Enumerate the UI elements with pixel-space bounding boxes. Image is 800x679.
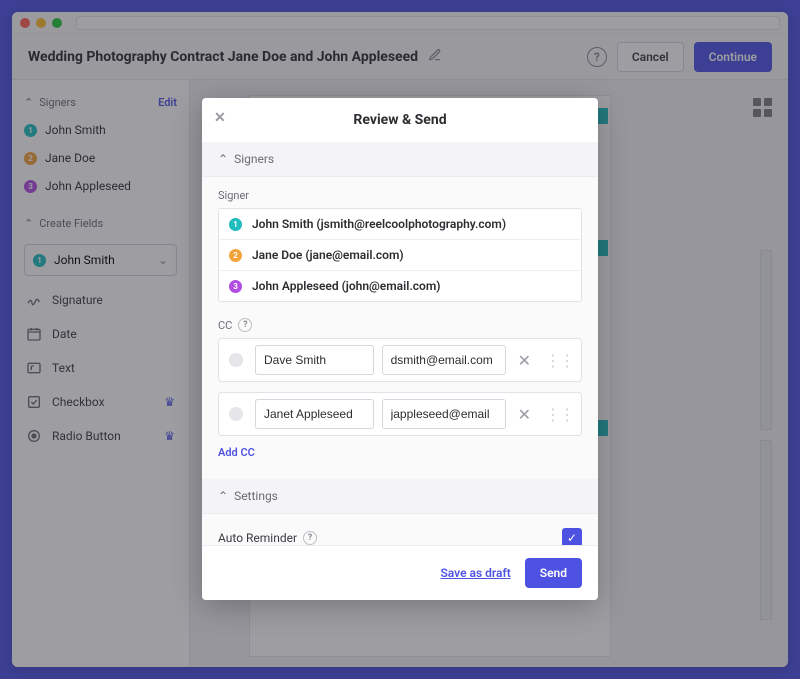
signer-label: Signer	[218, 189, 582, 202]
save-draft-link[interactable]: Save as draft	[440, 566, 510, 580]
section-label: Signers	[234, 152, 274, 166]
drag-handle-icon[interactable]: ⋮⋮	[543, 405, 575, 424]
modal-settings-header[interactable]: ⌃ Settings	[202, 479, 598, 514]
cc-name-input[interactable]	[255, 345, 374, 375]
section-label: Settings	[234, 489, 278, 503]
signer-item[interactable]: 1 John Smith (jsmith@reelcoolphotography.…	[219, 209, 581, 239]
cc-email-input[interactable]	[382, 345, 506, 375]
close-icon[interactable]: ✕	[214, 110, 226, 126]
modal-footer: Save as draft Send	[202, 545, 598, 600]
add-cc-link[interactable]: Add CC	[218, 446, 582, 459]
signer-text: John Smith (jsmith@reelcoolphotography.c…	[252, 217, 506, 231]
cc-name-input[interactable]	[255, 399, 374, 429]
auto-reminder-row: Auto Reminder ? ✓	[202, 514, 598, 545]
auto-reminder-toggle[interactable]: ✓	[562, 528, 582, 545]
signer-text: Jane Doe (jane@email.com)	[252, 248, 404, 262]
remove-cc-icon[interactable]: ✕	[514, 351, 535, 370]
signer-item[interactable]: 2 Jane Doe (jane@email.com)	[219, 239, 581, 270]
cc-email-input[interactable]	[382, 399, 506, 429]
help-icon[interactable]: ?	[238, 318, 252, 332]
cc-dot-icon	[229, 407, 243, 421]
cc-row: ✕ ⋮⋮	[218, 338, 582, 382]
chevron-down-icon: ⌃	[218, 152, 228, 166]
remove-cc-icon[interactable]: ✕	[514, 405, 535, 424]
help-icon[interactable]: ?	[303, 531, 317, 545]
modal-overlay: ✕ Review & Send ⌃ Signers Signer 1 John Sm…	[0, 0, 800, 679]
cc-row: ✕ ⋮⋮	[218, 392, 582, 436]
send-button[interactable]: Send	[525, 558, 582, 588]
cc-label: CC?	[218, 318, 582, 332]
drag-handle-icon[interactable]: ⋮⋮	[543, 351, 575, 370]
modal-body: ⌃ Signers Signer 1 John Smith (jsmith@reel…	[202, 142, 598, 545]
modal-signers-header[interactable]: ⌃ Signers	[202, 142, 598, 177]
signer-list: 1 John Smith (jsmith@reelcoolphotography.…	[218, 208, 582, 302]
modal-header: ✕ Review & Send	[202, 98, 598, 142]
signer-dot-icon: 2	[229, 249, 242, 262]
chevron-down-icon: ⌃	[218, 489, 228, 503]
signer-item[interactable]: 3 John Appleseed (john@email.com)	[219, 270, 581, 301]
modal-title: Review & Send	[353, 112, 446, 128]
signer-dot-icon: 3	[229, 280, 242, 293]
review-send-modal: ✕ Review & Send ⌃ Signers Signer 1 John Sm…	[202, 98, 598, 600]
signer-dot-icon: 1	[229, 218, 242, 231]
setting-label: Auto Reminder	[218, 531, 297, 545]
signer-text: John Appleseed (john@email.com)	[252, 279, 440, 293]
cc-dot-icon	[229, 353, 243, 367]
